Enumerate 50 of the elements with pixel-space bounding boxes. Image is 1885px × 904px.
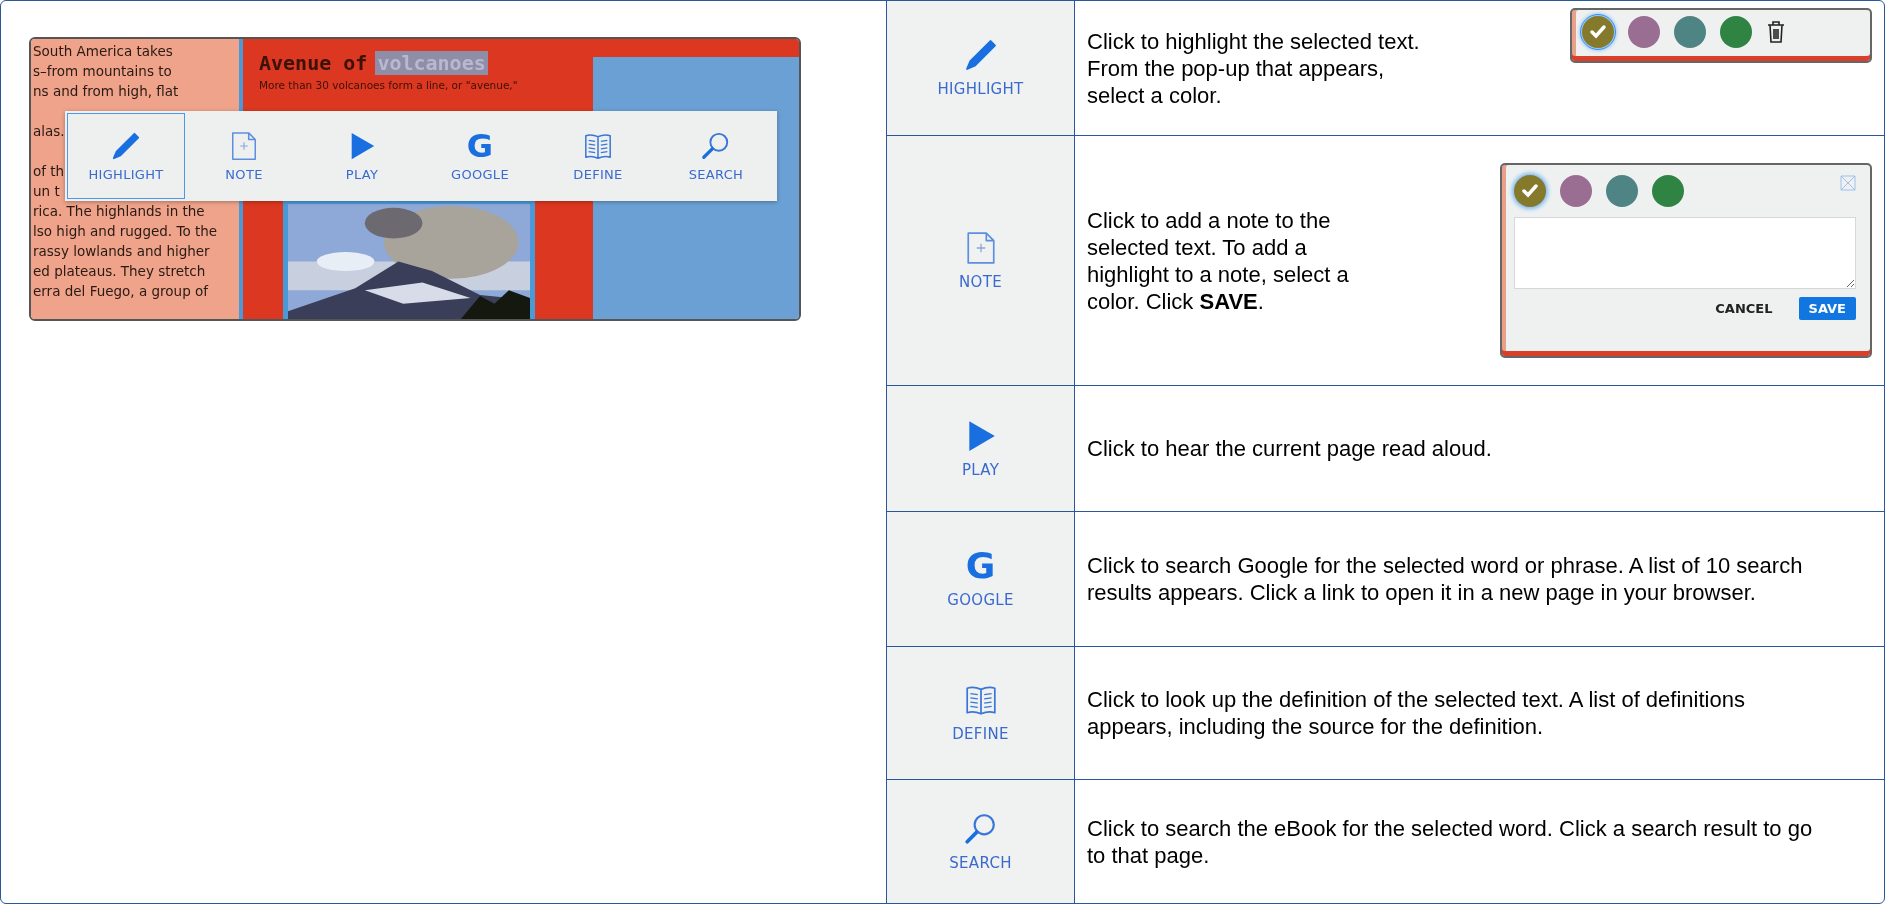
tool-description: Click to highlight the selected text. From the pop-up that appears, select a color. [1087, 27, 1421, 109]
book-text-line: lso high and rugged. To the [33, 222, 218, 241]
tool-label: NOTE [959, 272, 1002, 291]
color-swatch[interactable] [1720, 16, 1752, 48]
color-swatch[interactable] [1652, 175, 1684, 207]
highlight-tool-button[interactable]: HIGHLIGHT [67, 113, 185, 199]
book-text-line: rica. The highlands in the [33, 202, 205, 221]
play-tool-button[interactable]: PLAY [303, 113, 421, 199]
search-icon [963, 811, 998, 846]
pencil-icon [111, 130, 141, 161]
color-swatch[interactable] [1606, 175, 1638, 207]
tool-description: Click to hear the current page read aloud. [1087, 435, 1492, 462]
color-swatch[interactable] [1628, 16, 1660, 48]
book-text-line: un t [33, 182, 60, 201]
note-tool-button[interactable]: NOTE [185, 113, 303, 199]
trash-icon[interactable] [1766, 20, 1786, 44]
cancel-button[interactable]: CANCEL [1705, 297, 1783, 320]
book-caption: More than 30 volcanoes form a line, or "avenue," [259, 79, 519, 91]
tool-description: Click to search Google for the selected word or phrase. A list of 10 search results appears. Click a link to open it in a new page in your browser. [1087, 552, 1804, 606]
tool-label: DEFINE [952, 725, 1009, 743]
book-text-line: South America takes [33, 42, 173, 61]
book-text-line: ns and from high, flat [33, 82, 179, 101]
save-button[interactable]: SAVE [1798, 297, 1856, 320]
color-swatch[interactable] [1514, 175, 1546, 207]
search-icon [701, 130, 731, 161]
note-field[interactable] [1514, 217, 1856, 289]
book-text-line: ed plateaus. They stretch [33, 262, 206, 281]
pencil-icon [963, 38, 998, 72]
book-heading: Avenue of [259, 51, 368, 75]
tool-label: SEARCH [949, 853, 1012, 872]
define-tool-button[interactable]: DEFINE [539, 113, 657, 199]
tool-label: HIGHLIGHT [937, 80, 1024, 98]
search-tool-button[interactable]: SEARCH [657, 113, 775, 199]
note-icon [229, 130, 259, 161]
google-icon: G [965, 549, 996, 583]
tool-label: GOOGLE [947, 591, 1014, 609]
book-text-line: of th [33, 162, 65, 181]
book-text-line: rassy lowlands and higher [33, 242, 210, 261]
google-tool-button[interactable]: G GOOGLE [421, 113, 539, 199]
tool-description: Click to add a note to the selected text. To add a highlight to a note, select a color. Click SAVE. [1087, 206, 1350, 315]
tool-description: Click to search the eBook for the selected word. Click a search result to go to that page. [1087, 814, 1814, 869]
tool-label: PLAY [961, 460, 1000, 479]
book-text-line: s–from mountains to [33, 62, 172, 81]
book-text-line: erra del Fuego, a group of [33, 282, 209, 301]
color-swatch[interactable] [1560, 175, 1592, 207]
tool-description: Click to look up the definition of the selected text. A list of definitions appears, including the source for the definition. [1087, 686, 1746, 740]
color-swatch[interactable] [1674, 16, 1706, 48]
color-swatch[interactable] [1582, 16, 1614, 48]
book-text-line: alas. [33, 122, 65, 141]
google-icon: G [466, 130, 494, 161]
